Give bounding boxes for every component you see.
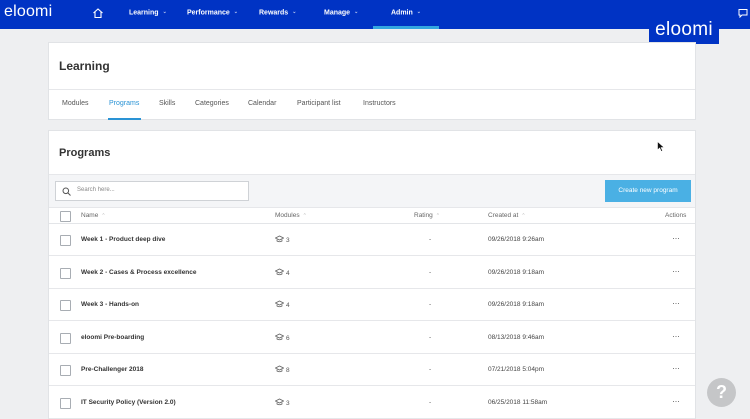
graduation-cap-icon — [274, 300, 285, 308]
nav-rewards[interactable]: Rewards ⌄ — [259, 0, 296, 29]
tab-modules[interactable]: Modules — [62, 100, 88, 107]
chevron-down-icon: ⌄ — [416, 9, 421, 15]
nav-manage[interactable]: Manage ⌄ — [324, 0, 358, 29]
nav-performance[interactable]: Performance ⌄ — [187, 0, 238, 29]
table-row[interactable]: eloomi Pre-boarding 6 - 08/13/2018 9:46a… — [49, 322, 695, 354]
created-date: 09/26/2018 9:26am — [488, 236, 545, 243]
tab-skills[interactable]: Skills — [159, 100, 175, 107]
page-title: Learning — [59, 59, 110, 73]
tab-categories[interactable]: Categories — [195, 100, 229, 107]
chat-icon[interactable] — [738, 8, 748, 18]
search-input[interactable]: Search here... — [55, 181, 249, 201]
program-rating: - — [429, 398, 432, 406]
column-header-created[interactable]: Created at ⌃ — [488, 212, 526, 219]
mouse-cursor-icon — [657, 141, 665, 152]
program-name[interactable]: Pre-Challenger 2018 — [81, 366, 144, 373]
home-icon[interactable] — [92, 7, 104, 19]
program-name[interactable]: Week 2 - Cases & Process excellence — [81, 269, 197, 276]
more-actions-icon[interactable]: ··· — [672, 396, 680, 406]
module-count: 4 — [274, 300, 290, 309]
program-name[interactable]: eloomi Pre-boarding — [81, 334, 144, 341]
search-placeholder: Search here... — [77, 187, 115, 193]
program-rating: - — [429, 301, 432, 308]
row-checkbox[interactable] — [60, 332, 71, 344]
module-count: 4 — [274, 268, 290, 277]
brand-logo: eloomi — [649, 16, 719, 44]
sort-icon: ⌃ — [521, 213, 526, 219]
column-header-actions: Actions — [665, 212, 687, 219]
program-name[interactable]: IT Security Policy (Version 2.0) — [81, 399, 176, 406]
module-count: 6 — [274, 333, 290, 342]
chevron-down-icon: ⌄ — [292, 9, 297, 15]
table-row[interactable]: Week 3 - Hands-on 4 - 09/26/2018 9:18am … — [49, 289, 695, 321]
row-checkbox[interactable] — [60, 397, 71, 409]
program-rating: - — [429, 236, 432, 243]
module-count: 3 — [274, 235, 290, 244]
module-count: 3 — [274, 398, 290, 407]
created-date: 08/13/2018 9:46am — [488, 333, 545, 341]
nav-admin[interactable]: Admin ⌄ — [391, 0, 421, 29]
row-checkbox[interactable] — [60, 365, 71, 376]
created-date: 09/26/2018 9:18am — [488, 268, 545, 276]
more-actions-icon[interactable]: ··· — [672, 266, 680, 276]
graduation-cap-icon — [274, 398, 285, 405]
active-tab-indicator — [108, 118, 141, 120]
programs-card: Programs Search here... Create new progr… — [48, 130, 696, 419]
column-header-rating[interactable]: Rating ⌃ — [414, 212, 440, 219]
more-actions-icon[interactable]: ··· — [672, 233, 680, 243]
nav-active-indicator — [373, 26, 439, 29]
section-title: Programs — [59, 147, 111, 159]
tab-programs[interactable]: Programs — [109, 100, 139, 107]
sort-icon: ⌃ — [435, 213, 440, 219]
row-checkbox[interactable] — [60, 300, 71, 311]
created-date: 09/26/2018 9:18am — [488, 301, 545, 308]
chevron-down-icon: ⌄ — [233, 9, 238, 15]
table-row[interactable]: IT Security Policy (Version 2.0) 3 - 06/… — [49, 387, 695, 419]
program-name[interactable]: Week 3 - Hands-on — [81, 301, 139, 308]
table-row[interactable]: Week 1 - Product deep dive 3 - 09/26/201… — [49, 224, 695, 256]
create-program-button[interactable]: Create new program — [605, 180, 691, 202]
tab-participant-list[interactable]: Participant list — [297, 100, 341, 107]
module-count: 8 — [274, 365, 290, 374]
app-logo[interactable]: eloomi — [4, 3, 52, 21]
program-rating: - — [429, 268, 432, 276]
graduation-cap-icon — [274, 365, 285, 373]
table-row[interactable]: Week 2 - Cases & Process excellence 4 - … — [49, 257, 695, 289]
program-rating: - — [429, 366, 432, 373]
sort-icon: ⌃ — [302, 213, 307, 219]
select-all-checkbox[interactable] — [60, 211, 71, 222]
table-row[interactable]: Pre-Challenger 2018 8 - 07/21/2018 5:04p… — [49, 354, 695, 386]
sort-icon: ⌃ — [101, 213, 106, 219]
created-date: 07/21/2018 5:04pm — [488, 366, 545, 373]
more-actions-icon[interactable]: ··· — [672, 331, 680, 341]
chevron-down-icon: ⌄ — [162, 9, 167, 15]
program-rating: - — [429, 333, 432, 341]
nav-learning[interactable]: Learning ⌄ — [129, 0, 167, 29]
program-name[interactable]: Week 1 - Product deep dive — [81, 236, 165, 243]
column-header-modules[interactable]: Modules ⌃ — [275, 212, 307, 219]
learning-card: Learning Modules Programs Skills Categor… — [48, 42, 696, 120]
graduation-cap-icon — [274, 268, 285, 275]
more-actions-icon[interactable]: ··· — [672, 298, 680, 308]
more-actions-icon[interactable]: ··· — [672, 363, 680, 373]
tab-calendar[interactable]: Calendar — [248, 100, 276, 107]
top-nav: eloomi Learning ⌄ Performance ⌄ Rewards ⌄ M… — [0, 0, 750, 29]
divider — [49, 89, 695, 90]
row-checkbox[interactable] — [60, 235, 71, 246]
graduation-cap-icon — [274, 235, 285, 243]
graduation-cap-icon — [274, 333, 285, 340]
search-icon — [62, 187, 71, 196]
chevron-down-icon: ⌄ — [354, 9, 359, 15]
created-date: 06/25/2018 11:58am — [488, 398, 548, 406]
column-header-name[interactable]: Name ⌃ — [81, 212, 106, 219]
row-checkbox[interactable] — [60, 267, 71, 279]
tab-instructors[interactable]: Instructors — [363, 100, 396, 107]
help-button[interactable]: ? — [707, 378, 736, 407]
